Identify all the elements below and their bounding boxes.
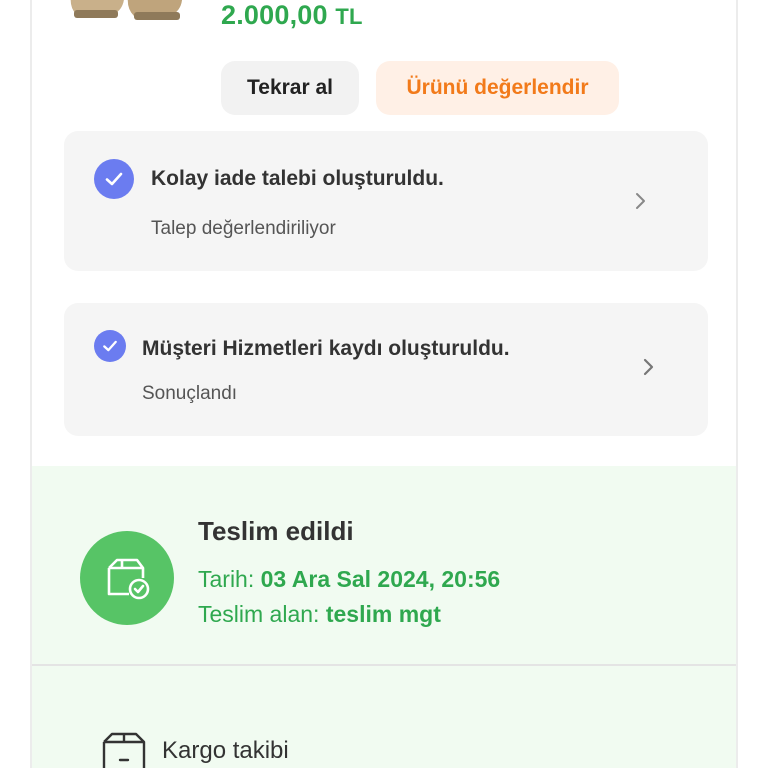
card-title: Müşteri Hizmetleri kaydı oluşturuldu. xyxy=(142,337,510,360)
card-subtitle: Talep değerlendiriliyor xyxy=(151,218,336,239)
delivery-date-label: Tarih: xyxy=(198,566,255,592)
delivery-status-section: Teslim edildi Tarih: 03 Ara Sal 2024, 20… xyxy=(32,466,736,664)
order-detail-panel: 2.000,00 TL Tekrar al Ürünü değerlendir … xyxy=(30,0,738,768)
rebuy-button[interactable]: Tekrar al xyxy=(221,61,359,115)
checkmark-icon xyxy=(94,159,134,199)
delivery-receiver: Teslim alan: teslim mgt xyxy=(198,601,441,628)
package-delivered-icon xyxy=(80,531,174,625)
card-title: Kolay iade talebi oluşturuldu. xyxy=(151,167,444,190)
checkmark-icon xyxy=(94,330,126,362)
return-request-card[interactable]: Kolay iade talebi oluşturuldu. Talep değ… xyxy=(64,131,708,271)
chevron-right-icon xyxy=(642,357,656,382)
delivery-title: Teslim edildi xyxy=(198,516,354,546)
product-image[interactable] xyxy=(64,0,190,24)
product-price: 2.000,00 TL xyxy=(221,0,363,31)
card-subtitle: Sonuçlandı xyxy=(142,383,238,404)
price-currency: TL xyxy=(335,4,363,29)
price-value: 2.000,00 xyxy=(221,0,328,30)
customer-service-card[interactable]: Müşteri Hizmetleri kaydı oluşturuldu. So… xyxy=(64,303,708,436)
delivery-receiver-label: Teslim alan: xyxy=(198,601,320,627)
cargo-tracking-label: Kargo takibi xyxy=(162,737,289,764)
delivery-date-value: 03 Ara Sal 2024, 20:56 xyxy=(260,566,501,592)
chevron-right-icon xyxy=(634,191,648,216)
package-icon xyxy=(100,730,148,768)
delivery-date: Tarih: 03 Ara Sal 2024, 20:56 xyxy=(198,566,500,593)
delivery-receiver-value: teslim mgt xyxy=(325,601,441,627)
rate-product-button[interactable]: Ürünü değerlendir xyxy=(376,61,619,115)
cargo-tracking-row[interactable]: Kargo takibi xyxy=(32,666,736,768)
